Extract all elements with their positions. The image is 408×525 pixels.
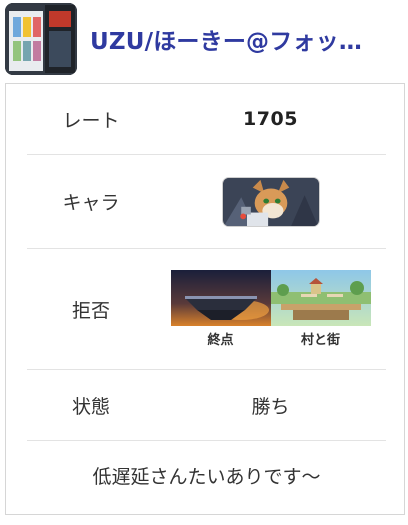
avatar[interactable] — [5, 3, 77, 75]
stage-item[interactable]: 村と街 — [270, 270, 371, 348]
match-comment: 低遅延さんたいありです〜 — [92, 466, 321, 488]
character-value-cell — [155, 176, 386, 227]
character-row: キャラ — [27, 155, 386, 248]
status-value-cell: 勝ち — [155, 392, 386, 419]
stage-image — [270, 270, 371, 326]
status-row: 状態 勝ち — [27, 370, 386, 440]
divider — [27, 440, 386, 441]
stage-image — [170, 270, 271, 326]
profile-header: UZU/ほーきー@フォッ… — [0, 0, 408, 78]
rate-value: 1705 — [243, 108, 298, 130]
rejected-stages: 終点 村と街 — [170, 270, 371, 348]
character-thumbnail[interactable] — [221, 176, 320, 227]
reject-value-cell: 終点 村と街 — [155, 270, 386, 348]
stage-item[interactable]: 終点 — [170, 270, 271, 348]
reject-label: 拒否 — [71, 299, 110, 322]
final-destination-stage-icon — [170, 270, 271, 326]
avatar-image — [5, 3, 77, 75]
stage-name: 村と街 — [300, 333, 340, 348]
stage-name: 終点 — [207, 333, 234, 348]
status-value: 勝ち — [251, 395, 290, 418]
rate-value-cell: 1705 — [155, 108, 386, 130]
reject-row: 拒否 終点 村と街 — [27, 249, 386, 369]
username[interactable]: UZU/ほーきー@フォッ… — [90, 22, 362, 56]
match-result-screen: UZU/ほーきー@フォッ… レート 1705 キャラ 拒否 終点 村と街 状態 … — [0, 0, 408, 525]
fox-character-icon — [223, 177, 318, 226]
match-card: レート 1705 キャラ 拒否 終点 村と街 状態 勝ち 低遅延さんたいありです… — [5, 83, 405, 515]
rate-label: レート — [62, 109, 120, 132]
character-label: キャラ — [62, 192, 120, 214]
rate-row: レート 1705 — [27, 96, 386, 142]
status-label: 状態 — [71, 395, 110, 418]
town-and-city-stage-icon — [270, 270, 371, 326]
